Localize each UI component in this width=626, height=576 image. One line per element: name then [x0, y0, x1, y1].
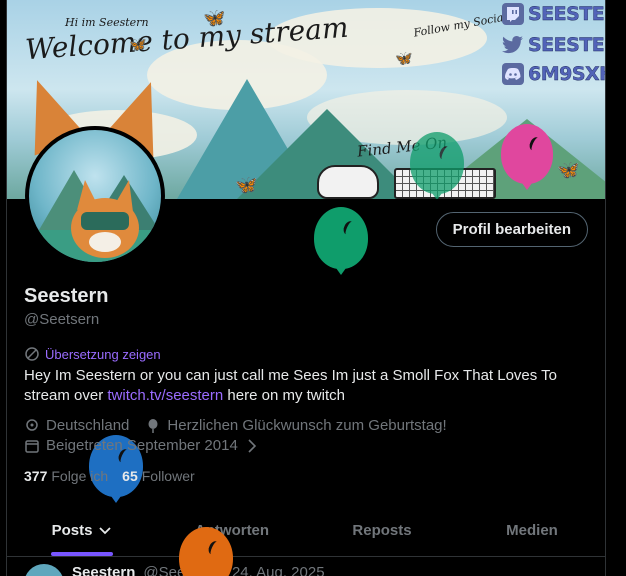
- location-item: Deutschland: [24, 417, 129, 434]
- social-twitter: SEESTERN: [502, 34, 605, 56]
- post-avatar[interactable]: [24, 564, 64, 576]
- profile-tabs: Posts Antworten Reposts Medien: [7, 505, 605, 557]
- social-twitch-name: SEESTERN: [528, 3, 605, 25]
- post-preview[interactable]: Seestern @Seetsern · 24. Aug. 2025: [7, 557, 605, 576]
- followers-label: Follower: [141, 468, 195, 484]
- followers-count: 65: [122, 468, 138, 484]
- social-twitch: SEESTERN: [502, 3, 605, 25]
- tab-reposts[interactable]: Reposts: [307, 505, 457, 556]
- twitter-icon: [502, 34, 524, 56]
- following-label: Folge ich: [51, 468, 109, 484]
- location-icon: [26, 418, 38, 431]
- followers-link[interactable]: 65 Follower: [122, 468, 194, 484]
- post-meta: @Seetsern · 24. Aug. 2025: [143, 563, 325, 576]
- tab-media[interactable]: Medien: [457, 505, 605, 556]
- edit-profile-button[interactable]: Profil bearbeiten: [435, 212, 588, 247]
- joined-row: Beigetreten September 2014: [24, 437, 270, 454]
- bio-text-after: here on my twitch: [223, 387, 345, 404]
- calendar-icon: [25, 439, 39, 453]
- birthday-item: Herzlichen Glückwunsch zum Geburtstag!: [145, 417, 447, 434]
- tab-media-label: Medien: [506, 522, 558, 539]
- discord-icon: [502, 63, 524, 85]
- following-link[interactable]: 377 Folge ich: [24, 468, 108, 484]
- social-discord-name: 6M9SXHR: [528, 63, 605, 85]
- social-twitter-name: SEESTERN: [528, 34, 605, 56]
- avatar[interactable]: [25, 126, 165, 266]
- balloon-icon: [314, 207, 368, 275]
- joined-text: Beigetreten September 2014: [46, 437, 238, 454]
- chevron-down-icon: [99, 526, 112, 534]
- tab-posts[interactable]: Posts: [7, 505, 157, 556]
- chevron-right-icon[interactable]: [244, 438, 260, 454]
- bio-link[interactable]: twitch.tv/seestern: [107, 387, 223, 404]
- controller-icon: [317, 165, 379, 199]
- translate-label: Übersetzung zeigen: [45, 346, 161, 362]
- balloon-icon: [410, 132, 464, 199]
- follow-stats: 377 Folge ich 65 Follower: [24, 468, 195, 484]
- social-discord: 6M9SXHR: [502, 63, 605, 85]
- twitch-icon: [502, 3, 524, 25]
- active-tab-indicator: [51, 552, 113, 556]
- profile-page: Hi im Seestern Welcome to my stream Foll…: [6, 0, 606, 576]
- balloon-pin-icon: [148, 418, 158, 433]
- profile-bio: Hey Im Seestern or you can just call me …: [24, 366, 594, 406]
- butterfly-icon: 🦋: [557, 160, 580, 180]
- butterfly-icon: 🦋: [129, 36, 147, 52]
- translate-link[interactable]: Übersetzung zeigen: [24, 346, 161, 362]
- profile-meta-row: Deutschland Herzlichen Glückwunsch zum G…: [24, 417, 457, 434]
- tab-reposts-label: Reposts: [352, 522, 412, 539]
- profile-handle: @Seetsern: [24, 311, 100, 328]
- tab-posts-label: Posts: [51, 522, 93, 539]
- butterfly-icon: 🦋: [203, 8, 226, 28]
- profile-name: Seestern: [24, 285, 109, 307]
- translate-icon: [25, 347, 39, 361]
- fox-avatar-icon: [29, 170, 161, 262]
- location-text: Deutschland: [46, 417, 130, 434]
- birthday-text: Herzlichen Glückwunsch zum Geburtstag!: [167, 417, 447, 434]
- post-author-name: Seestern: [72, 563, 136, 576]
- butterfly-icon: 🦋: [395, 50, 413, 66]
- butterfly-icon: 🦋: [235, 175, 258, 195]
- balloon-icon: [501, 124, 553, 190]
- following-count: 377: [24, 468, 48, 484]
- joined-item: Beigetreten September 2014: [24, 437, 260, 454]
